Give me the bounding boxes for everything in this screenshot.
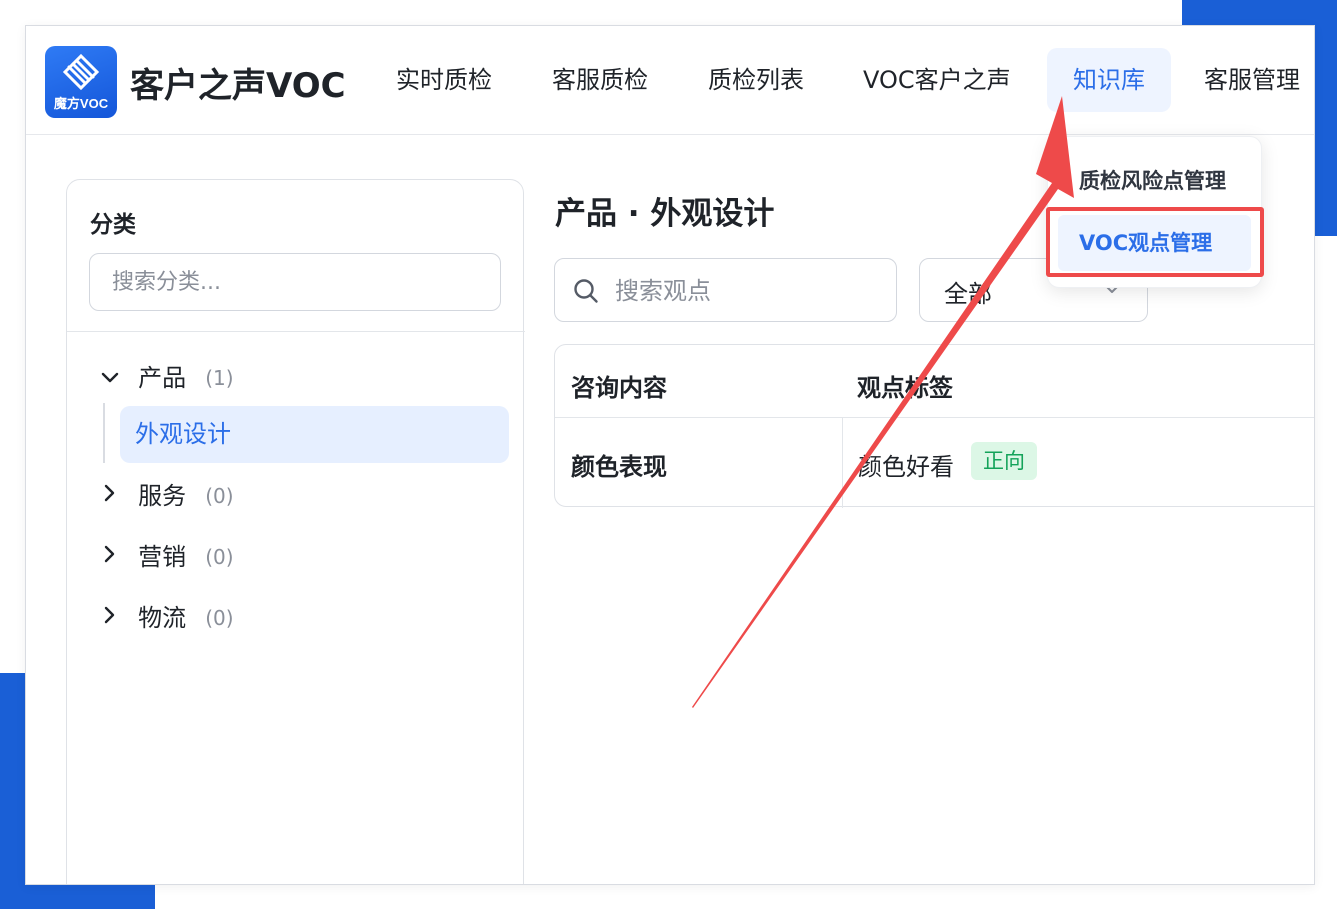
tree-item-count: (0) xyxy=(205,483,234,508)
tree-item-logistics[interactable]: 物流 (0) xyxy=(99,597,234,637)
column-header-content: 咨询内容 xyxy=(571,374,667,402)
tree-item-label: 物流 xyxy=(138,603,187,632)
category-search-input[interactable] xyxy=(89,253,501,311)
nav-item-service-management[interactable]: 客服管理 xyxy=(1204,48,1300,112)
tree-item-service[interactable]: 服务 (0) xyxy=(99,475,234,515)
sidebar-divider xyxy=(67,331,525,332)
table-cell-content: 颜色表现 xyxy=(571,453,667,481)
app-title: 客户之声VOC xyxy=(130,66,346,106)
search-icon xyxy=(574,279,598,303)
tree-item-appearance-design[interactable]: 外观设计 xyxy=(120,406,509,463)
tree-item-count: (1) xyxy=(205,365,234,390)
viewpoint-search[interactable] xyxy=(554,258,897,322)
tree-item-marketing[interactable]: 营销 (0) xyxy=(99,536,234,576)
menu-item-qc-risk-management[interactable]: 质检风险点管理 xyxy=(1079,165,1226,195)
page-title: 产品 · 外观设计 xyxy=(555,196,775,232)
chevron-down-icon xyxy=(99,358,121,398)
table-cell-viewpoint: 颜色好看 xyxy=(858,453,954,481)
logo-icon xyxy=(62,53,100,91)
top-header: 魔方VOC 客户之声VOC 实时质检 客服质检 质检列表 VOC客户之声 知识库… xyxy=(26,26,1314,135)
tree-item-count: (0) xyxy=(205,605,234,630)
nav-item-voc[interactable]: VOC客户之声 xyxy=(863,48,1011,112)
nav-item-realtime-qc[interactable]: 实时质检 xyxy=(396,48,492,112)
category-sidebar: 分类 产品 (1) 外观设计 服务 (0) 营销 (0) xyxy=(66,179,525,884)
tree-guide-line xyxy=(103,403,105,463)
logo-text: 魔方VOC xyxy=(53,96,109,111)
sentiment-badge: 正向 xyxy=(971,442,1037,480)
nav-item-qc-list[interactable]: 质检列表 xyxy=(708,48,804,112)
annotation-highlight-box xyxy=(1046,207,1264,277)
chevron-right-icon xyxy=(99,598,121,638)
sidebar-title: 分类 xyxy=(90,212,136,238)
tree-item-label: 产品 xyxy=(138,363,187,392)
column-header-viewpoint-tag: 观点标签 xyxy=(857,374,953,402)
tree-item-label: 服务 xyxy=(138,481,187,510)
table-column-divider xyxy=(842,418,843,508)
tree-item-count: (0) xyxy=(205,544,234,569)
tree-item-label: 营销 xyxy=(138,542,187,571)
filter-selected-value: 全部 xyxy=(944,280,992,308)
chevron-right-icon xyxy=(99,476,121,516)
app-window: 魔方VOC 客户之声VOC 实时质检 客服质检 质检列表 VOC客户之声 知识库… xyxy=(25,25,1315,885)
nav-item-knowledge-base[interactable]: 知识库 xyxy=(1047,48,1171,112)
tree-item-product[interactable]: 产品 (1) xyxy=(99,357,234,397)
chevron-right-icon xyxy=(99,537,121,577)
viewpoint-search-input[interactable] xyxy=(613,269,877,313)
nav-item-service-qc[interactable]: 客服质检 xyxy=(552,48,648,112)
app-logo[interactable]: 魔方VOC xyxy=(45,46,117,118)
viewpoint-table: 咨询内容 观点标签 颜色表现 颜色好看 正向 xyxy=(554,344,1314,508)
table-header-divider xyxy=(555,417,1314,418)
